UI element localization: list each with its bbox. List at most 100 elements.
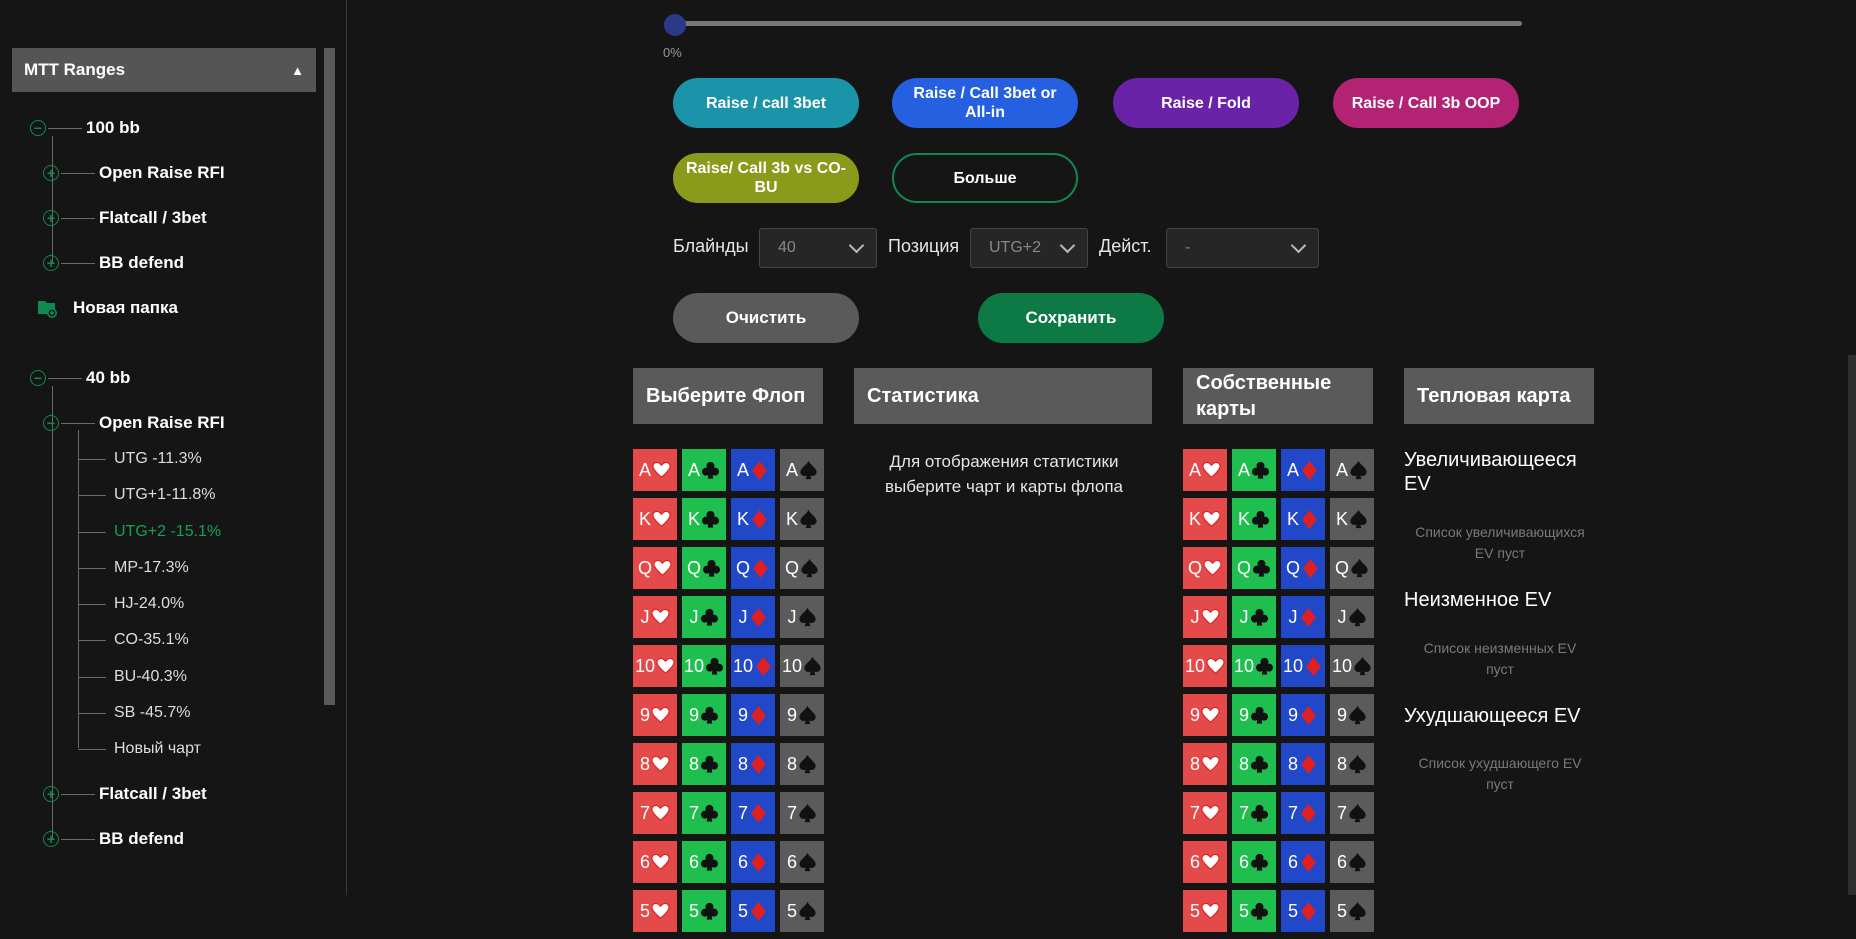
flop-card[interactable]: Q [682,547,726,589]
own-card[interactable]: 10 [1330,645,1374,687]
plus-circle-icon[interactable]: + [43,786,59,802]
flop-card[interactable]: K [682,498,726,540]
flop-card[interactable]: K [731,498,775,540]
flop-card[interactable]: 10 [682,645,726,687]
own-card[interactable]: A [1281,449,1325,491]
own-card[interactable]: 10 [1281,645,1325,687]
own-card[interactable]: 7 [1330,792,1374,834]
tree-item-flatcall-3bet-40[interactable]: + Flatcall / 3bet [43,782,207,806]
chart-item-new[interactable]: Новый чарт [78,737,201,761]
flop-card[interactable]: 6 [780,841,824,883]
own-card[interactable]: 8 [1232,743,1276,785]
sidebar-header[interactable]: MTT Ranges ▲ [12,48,316,92]
flop-card[interactable]: 6 [731,841,775,883]
own-card[interactable]: 10 [1183,645,1227,687]
own-card[interactable]: 9 [1281,694,1325,736]
flop-card[interactable]: 8 [731,743,775,785]
own-card[interactable]: 7 [1232,792,1276,834]
plus-circle-icon[interactable]: + [43,165,59,181]
own-card[interactable]: 5 [1281,890,1325,932]
flop-card[interactable]: 8 [780,743,824,785]
flop-card[interactable]: J [682,596,726,638]
flop-card[interactable]: 7 [731,792,775,834]
own-card[interactable]: 7 [1183,792,1227,834]
own-card[interactable]: K [1330,498,1374,540]
own-card[interactable]: 9 [1232,694,1276,736]
page-scrollbar[interactable] [1848,355,1856,895]
own-card[interactable]: 9 [1330,694,1374,736]
flop-card[interactable]: Q [731,547,775,589]
own-card[interactable]: Q [1232,547,1276,589]
tree-item-open-raise-rfi-40[interactable]: − Open Raise RFI [43,411,225,435]
flop-card[interactable]: 5 [780,890,824,932]
own-card[interactable]: 5 [1232,890,1276,932]
flop-card[interactable]: J [731,596,775,638]
own-card[interactable]: J [1281,596,1325,638]
flop-card[interactable]: 5 [633,890,677,932]
own-card[interactable]: 8 [1330,743,1374,785]
flop-card[interactable]: K [780,498,824,540]
more-button[interactable]: Больше [892,153,1078,203]
own-card[interactable]: J [1330,596,1374,638]
flop-card[interactable]: 9 [780,694,824,736]
own-card[interactable]: Q [1183,547,1227,589]
flop-card[interactable]: K [633,498,677,540]
flop-card[interactable]: Q [780,547,824,589]
position-select[interactable]: UTG+2 [970,228,1088,268]
own-card[interactable]: J [1232,596,1276,638]
action-raise-call-3b-oop[interactable]: Raise / Call 3b OOP [1333,78,1519,128]
chart-item-utg1[interactable]: UTG+1-11.8% [78,483,216,507]
own-card[interactable]: 10 [1232,645,1276,687]
flop-card[interactable]: 8 [682,743,726,785]
minus-circle-icon[interactable]: − [43,415,59,431]
flop-card[interactable]: A [731,449,775,491]
own-card[interactable]: A [1232,449,1276,491]
flop-card[interactable]: J [633,596,677,638]
action-raise-fold[interactable]: Raise / Fold [1113,78,1299,128]
minus-circle-icon[interactable]: − [30,120,46,136]
tree-group-100bb[interactable]: − 100 bb [30,116,140,140]
flop-card[interactable]: 7 [682,792,726,834]
flop-card[interactable]: 5 [731,890,775,932]
flop-card[interactable]: 9 [731,694,775,736]
sidebar-scrollbar[interactable] [324,48,335,705]
new-folder-button[interactable]: Новая папка [37,296,178,320]
flop-card[interactable]: 10 [633,645,677,687]
own-card[interactable]: 5 [1183,890,1227,932]
own-card[interactable]: 8 [1183,743,1227,785]
own-card[interactable]: 7 [1281,792,1325,834]
flop-card[interactable]: A [682,449,726,491]
minus-circle-icon[interactable]: − [30,370,46,386]
own-card[interactable]: K [1281,498,1325,540]
tree-group-40bb[interactable]: − 40 bb [30,366,130,390]
slider-track[interactable] [676,21,1522,26]
action-raise-call-3bet[interactable]: Raise / call 3bet [673,78,859,128]
save-button[interactable]: Сохранить [978,293,1164,343]
chart-item-hj[interactable]: HJ-24.0% [78,592,184,616]
own-card[interactable]: 5 [1330,890,1374,932]
own-card[interactable]: A [1183,449,1227,491]
chart-item-co[interactable]: CO-35.1% [78,628,189,652]
tree-item-open-raise-rfi[interactable]: + Open Raise RFI [43,161,225,185]
tree-item-bb-defend[interactable]: + BB defend [43,251,184,275]
flop-card[interactable]: 5 [682,890,726,932]
flop-card[interactable]: 7 [633,792,677,834]
own-card[interactable]: Q [1281,547,1325,589]
flop-card[interactable]: 9 [633,694,677,736]
own-card[interactable]: 6 [1183,841,1227,883]
flop-card[interactable]: A [633,449,677,491]
chart-item-sb[interactable]: SB -45.7% [78,701,190,725]
action-raise-call-3bet-allin[interactable]: Raise / Call 3bet or All-in [892,78,1078,128]
own-card[interactable]: J [1183,596,1227,638]
own-card[interactable]: 8 [1281,743,1325,785]
action-select[interactable]: - [1166,228,1319,268]
flop-card[interactable]: 10 [780,645,824,687]
own-card[interactable]: K [1183,498,1227,540]
own-card[interactable]: 6 [1281,841,1325,883]
own-card[interactable]: Q [1330,547,1374,589]
flop-card[interactable]: 6 [682,841,726,883]
flop-card[interactable]: 8 [633,743,677,785]
plus-circle-icon[interactable]: + [43,255,59,271]
flop-card[interactable]: Q [633,547,677,589]
blinds-select[interactable]: 40 [759,228,877,268]
